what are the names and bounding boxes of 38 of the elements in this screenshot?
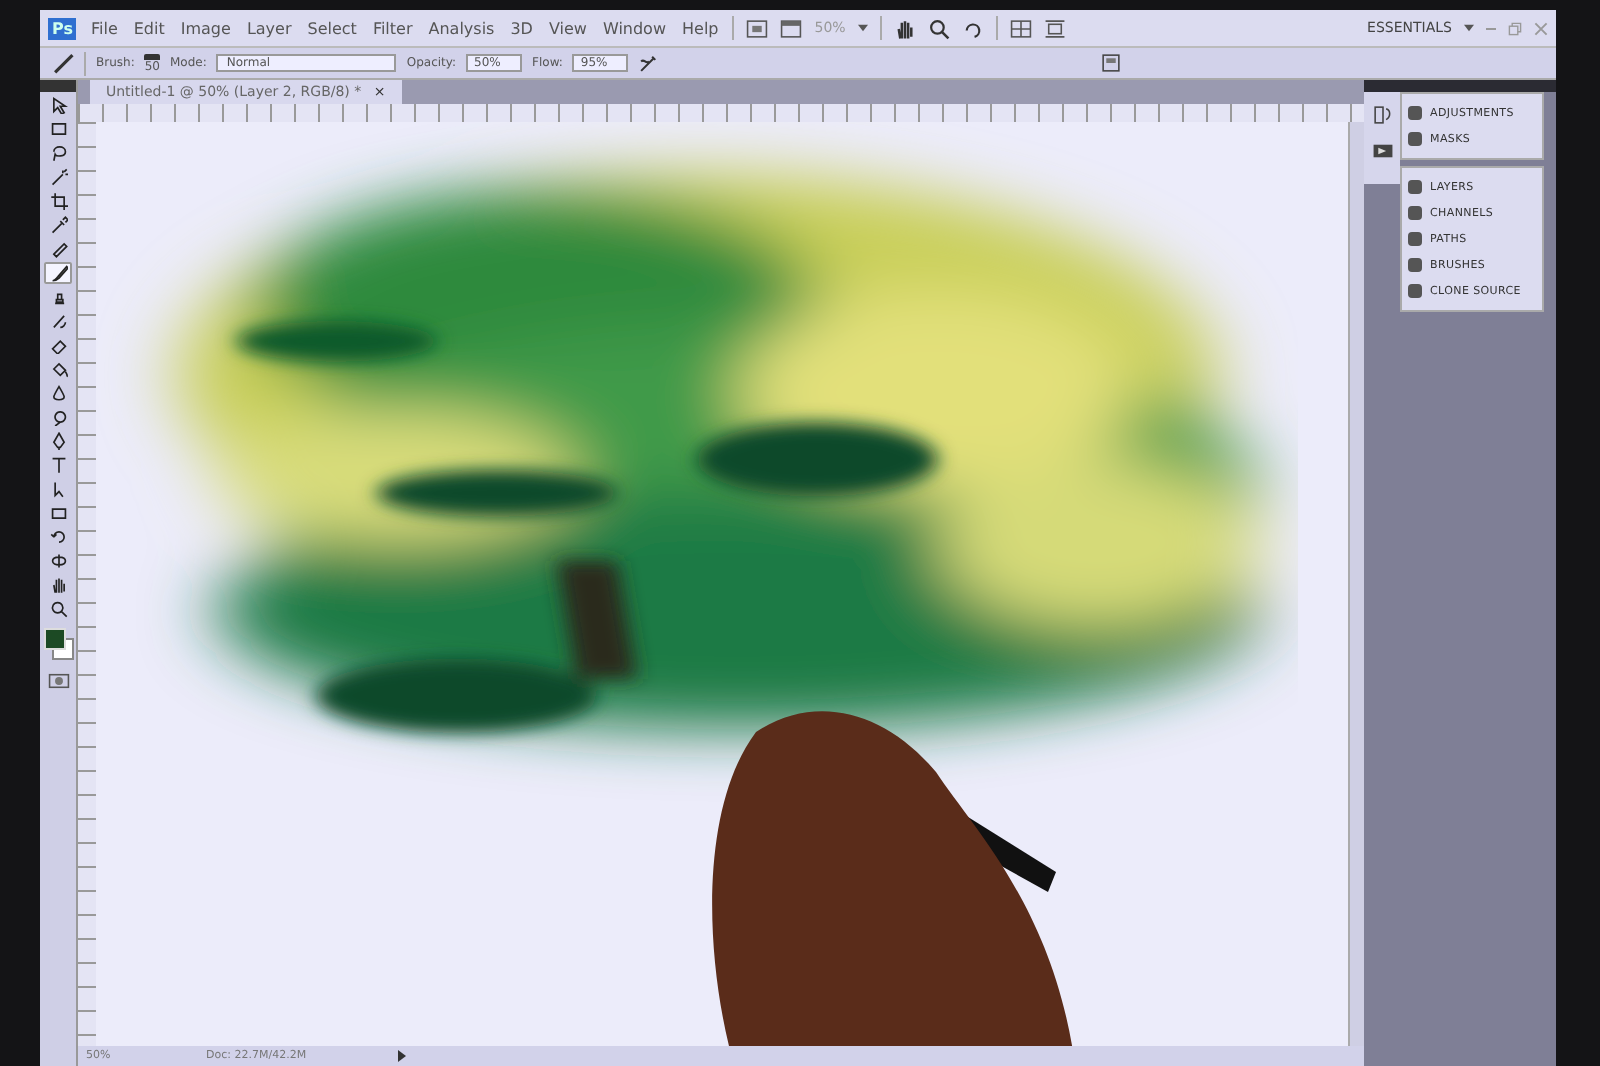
tool-icon[interactable] [49, 360, 67, 378]
tool-icon[interactable] [49, 336, 67, 354]
tool-icon[interactable] [49, 552, 67, 570]
hand-tool-icon[interactable] [893, 17, 916, 39]
menu-item[interactable]: File [88, 19, 120, 37]
menu-item[interactable]: 3D [508, 19, 535, 37]
color-swatches[interactable] [44, 628, 72, 660]
tool-icon[interactable] [49, 216, 67, 234]
app-logo[interactable]: Ps [48, 17, 77, 39]
tool-icon[interactable] [49, 456, 67, 474]
menu-item[interactable]: Select [305, 19, 359, 37]
menu-item[interactable]: Help [680, 19, 721, 37]
status-menu-arrow-icon[interactable] [398, 1050, 406, 1062]
brush-preset-icon[interactable] [52, 52, 74, 74]
menu-item[interactable]: Edit [131, 19, 167, 37]
tool-icon[interactable] [49, 384, 67, 402]
menu-item[interactable]: View [546, 19, 589, 37]
tool-button[interactable] [44, 262, 72, 284]
tool-icon[interactable] [49, 528, 67, 546]
tool-icon[interactable] [49, 432, 67, 450]
tool-icon[interactable] [49, 192, 67, 210]
caret-icon[interactable] [1464, 24, 1474, 32]
menu-item[interactable]: Filter [370, 19, 415, 37]
menu-item[interactable]: Image [178, 19, 233, 37]
vertical-scrollbar[interactable] [1348, 122, 1364, 1046]
search-icon[interactable] [927, 17, 950, 39]
tool-icon[interactable] [49, 600, 67, 618]
tool-icon[interactable] [49, 408, 67, 426]
tool-icon[interactable] [49, 312, 67, 330]
arrange-icon[interactable] [1009, 17, 1032, 39]
menu-item[interactable]: Layer [244, 19, 294, 37]
fullscreen-icon[interactable] [1043, 17, 1066, 39]
tool-icon[interactable] [49, 168, 67, 186]
tool-icon[interactable] [49, 576, 67, 594]
menu-item[interactable]: Window [600, 19, 668, 37]
caret-icon[interactable] [857, 24, 868, 32]
tool-icon[interactable] [49, 288, 67, 306]
menu-item[interactable]: Analysis [426, 19, 497, 37]
